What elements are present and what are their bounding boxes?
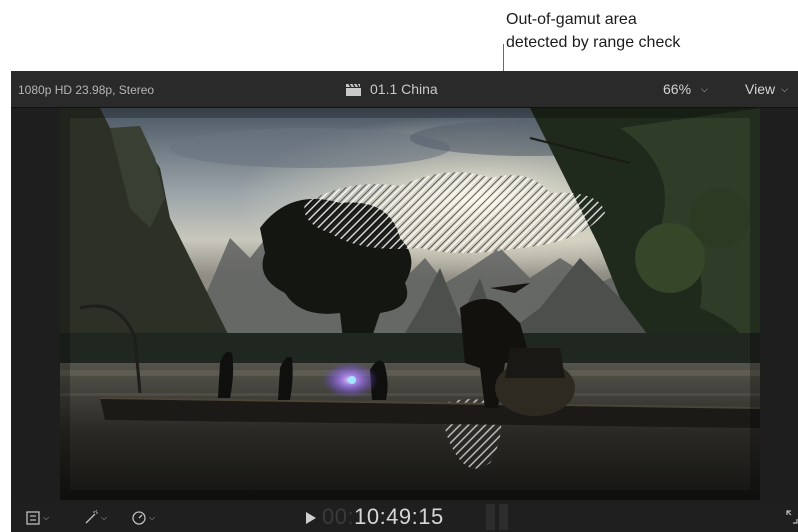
timecode-hours: 00: — [322, 504, 355, 529]
clip-title-text: 01.1 China — [370, 81, 438, 97]
viewer-window: 1080p HD 23.98p, Stereo 01.1 China 66% ⌵… — [11, 71, 798, 532]
retime-tool-menu[interactable]: ⌵ — [131, 510, 155, 526]
chevron-down-icon: ⌵ — [781, 83, 788, 94]
timecode-display[interactable]: 00:10:49:15 — [322, 504, 444, 530]
viewer-bottom-bar: ⌵ ⌵ ⌵ 00:10:49:15 — [11, 502, 798, 532]
audio-meter-left — [486, 504, 495, 530]
timecode-value: 10:49:15 — [354, 504, 444, 529]
project-format-label: 1080p HD 23.98p, Stereo — [18, 83, 155, 97]
fullscreen-icon[interactable] — [786, 510, 798, 524]
video-frame[interactable] — [60, 108, 760, 500]
zoom-level: 66% — [663, 81, 692, 97]
view-menu-label: View — [745, 81, 776, 97]
clip-title: 01.1 China — [345, 81, 438, 97]
chevron-down-icon: ⌵ — [43, 513, 50, 522]
enhance-tool-menu[interactable]: ⌵ — [83, 510, 107, 526]
chevron-down-icon: ⌵ — [101, 513, 108, 522]
view-menu[interactable]: View ⌵ — [745, 81, 788, 97]
chevron-down-icon: ⌵ — [701, 83, 708, 94]
audio-meter-right — [499, 504, 508, 530]
chevron-down-icon: ⌵ — [149, 513, 156, 522]
magic-wand-icon — [85, 510, 98, 524]
audio-meter — [486, 504, 508, 530]
clapperboard-icon — [346, 83, 361, 96]
video-image — [60, 108, 760, 500]
zoom-menu[interactable]: 66% ⌵ — [663, 81, 708, 97]
transform-tool-menu[interactable]: ⌵ — [25, 510, 49, 526]
viewer-top-bar: 1080p HD 23.98p, Stereo 01.1 China 66% ⌵… — [11, 71, 798, 108]
play-icon[interactable] — [305, 511, 317, 525]
range-check-callout: Out-of-gamut area detected by range chec… — [506, 8, 680, 54]
transform-icon — [26, 511, 40, 525]
callout-line-1: Out-of-gamut area — [506, 11, 637, 28]
callout-line-2: detected by range check — [506, 34, 681, 51]
speedometer-icon — [132, 511, 146, 525]
